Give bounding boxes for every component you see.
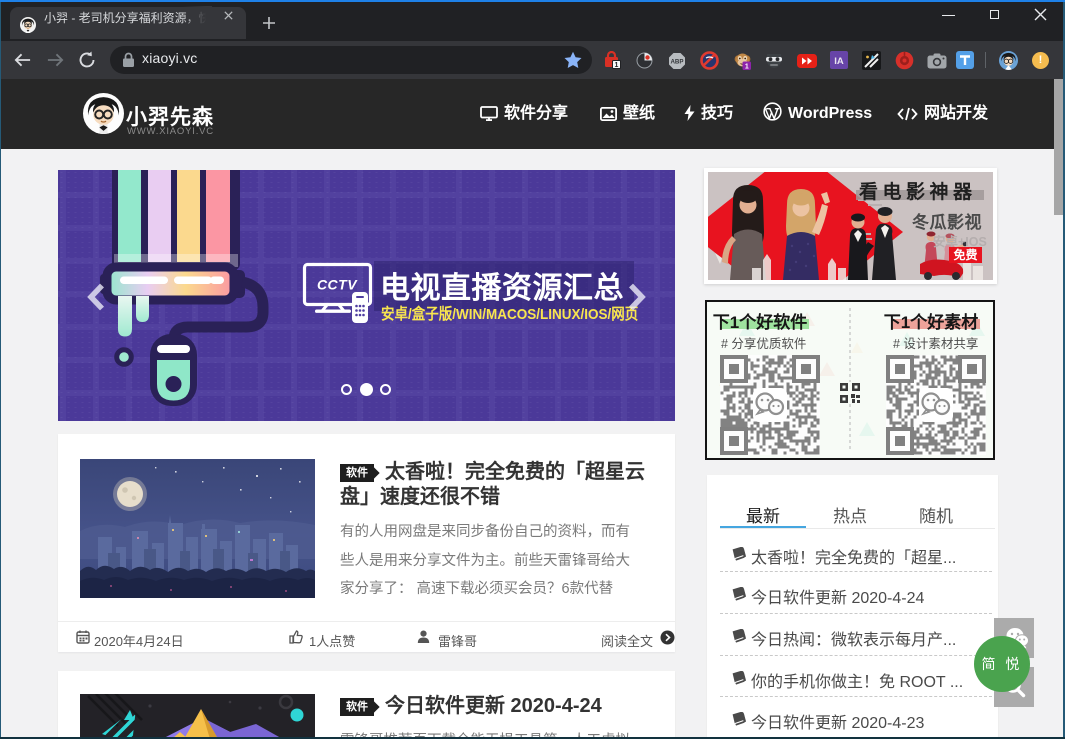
svg-text:1: 1 [745,63,749,70]
svg-text:IA: IA [834,56,844,67]
svg-text:CCTV: CCTV [317,277,358,293]
svg-text:ABP: ABP [670,59,683,66]
svg-text:1: 1 [615,62,619,69]
